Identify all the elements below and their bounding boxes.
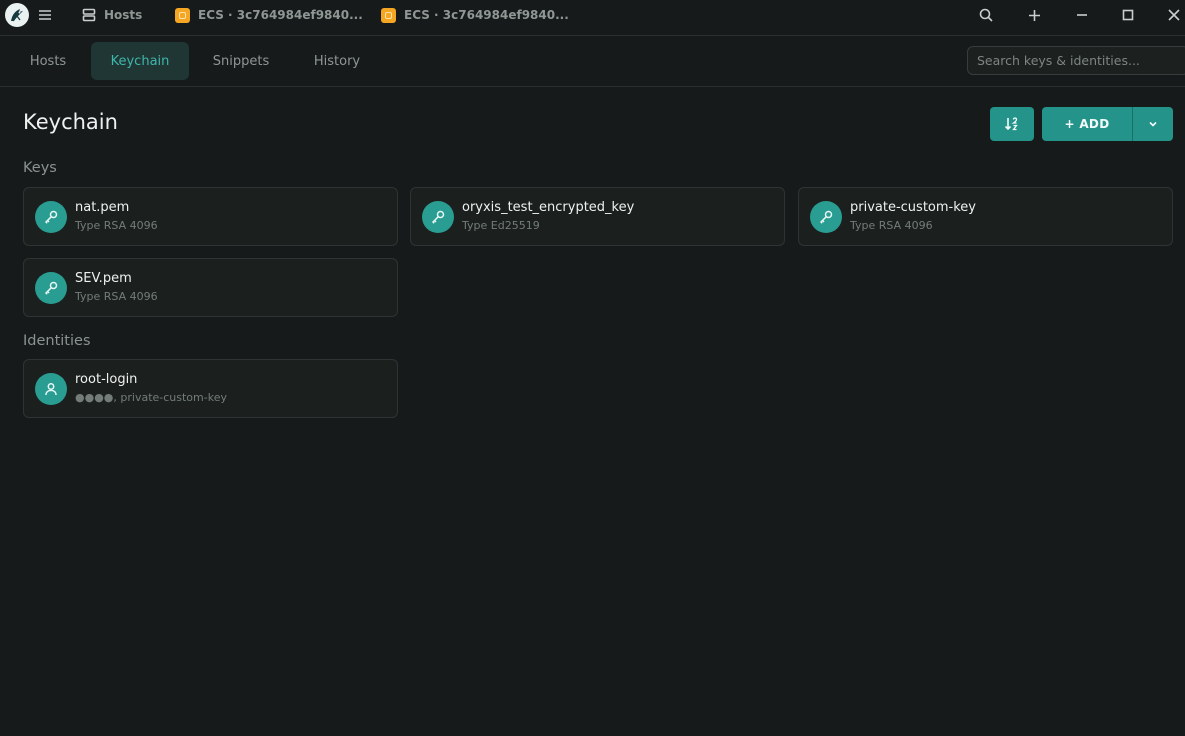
tab-hosts-nav[interactable]: Hosts bbox=[23, 42, 73, 80]
divider bbox=[0, 86, 1185, 87]
app-logo-icon[interactable] bbox=[5, 3, 29, 27]
tab-keychain[interactable]: Keychain bbox=[91, 42, 189, 80]
tab-label: Hosts bbox=[104, 8, 143, 22]
close-icon[interactable] bbox=[1165, 6, 1183, 24]
key-type: Type Ed25519 bbox=[462, 219, 540, 232]
page-title: Keychain bbox=[23, 110, 118, 134]
key-card[interactable]: oryxis_test_encrypted_key Type Ed25519 bbox=[410, 187, 785, 246]
minimize-icon[interactable] bbox=[1073, 6, 1091, 24]
key-type: Type RSA 4096 bbox=[850, 219, 933, 232]
sort-button[interactable] bbox=[990, 107, 1034, 141]
keys-section-label: Keys bbox=[23, 160, 57, 176]
add-button[interactable]: + ADD bbox=[1042, 107, 1132, 141]
tab-label: ECS · 3c764984ef9840... bbox=[404, 8, 569, 22]
add-dropdown-button[interactable] bbox=[1132, 107, 1173, 141]
key-name: nat.pem bbox=[75, 200, 130, 215]
tab-snippets[interactable]: Snippets bbox=[207, 42, 275, 80]
menu-icon[interactable] bbox=[37, 7, 53, 23]
tab-ecs-1[interactable]: ECS · 3c764984ef9840... bbox=[175, 0, 363, 30]
tab-hosts[interactable]: Hosts bbox=[82, 0, 142, 30]
key-icon bbox=[35, 272, 67, 304]
maximize-icon[interactable] bbox=[1119, 6, 1137, 24]
title-bar: Hosts ECS · 3c764984ef9840... ECS · 3c76… bbox=[0, 0, 1185, 30]
key-name: SEV.pem bbox=[75, 271, 132, 286]
key-icon bbox=[810, 201, 842, 233]
key-type: Type RSA 4096 bbox=[75, 219, 158, 232]
user-icon bbox=[35, 373, 67, 405]
identity-name: root-login bbox=[75, 372, 138, 387]
search-input[interactable] bbox=[977, 53, 1185, 68]
key-name: private-custom-key bbox=[850, 200, 976, 215]
ecs-icon bbox=[381, 7, 396, 23]
tab-history[interactable]: History bbox=[307, 42, 367, 80]
key-card[interactable]: private-custom-key Type RSA 4096 bbox=[798, 187, 1173, 246]
chevron-down-icon bbox=[1148, 119, 1158, 129]
identity-card[interactable]: root-login ●●●●, private-custom-key bbox=[23, 359, 398, 418]
identity-detail: ●●●●, private-custom-key bbox=[75, 391, 227, 404]
sort-icon bbox=[1004, 116, 1020, 132]
nav-bar: Hosts Keychain Snippets History bbox=[0, 36, 1185, 86]
ecs-icon bbox=[175, 7, 190, 23]
key-icon bbox=[35, 201, 67, 233]
key-type: Type RSA 4096 bbox=[75, 290, 158, 303]
tab-ecs-2[interactable]: ECS · 3c764984ef9840... bbox=[381, 0, 569, 30]
key-icon bbox=[422, 201, 454, 233]
server-icon bbox=[82, 8, 96, 22]
search-field[interactable] bbox=[967, 46, 1185, 75]
identities-section-label: Identities bbox=[23, 333, 91, 349]
plus-icon[interactable] bbox=[1025, 6, 1043, 24]
search-icon[interactable] bbox=[977, 6, 995, 24]
tab-label: ECS · 3c764984ef9840... bbox=[198, 8, 363, 22]
key-card[interactable]: nat.pem Type RSA 4096 bbox=[23, 187, 398, 246]
key-name: oryxis_test_encrypted_key bbox=[462, 200, 635, 215]
key-card[interactable]: SEV.pem Type RSA 4096 bbox=[23, 258, 398, 317]
